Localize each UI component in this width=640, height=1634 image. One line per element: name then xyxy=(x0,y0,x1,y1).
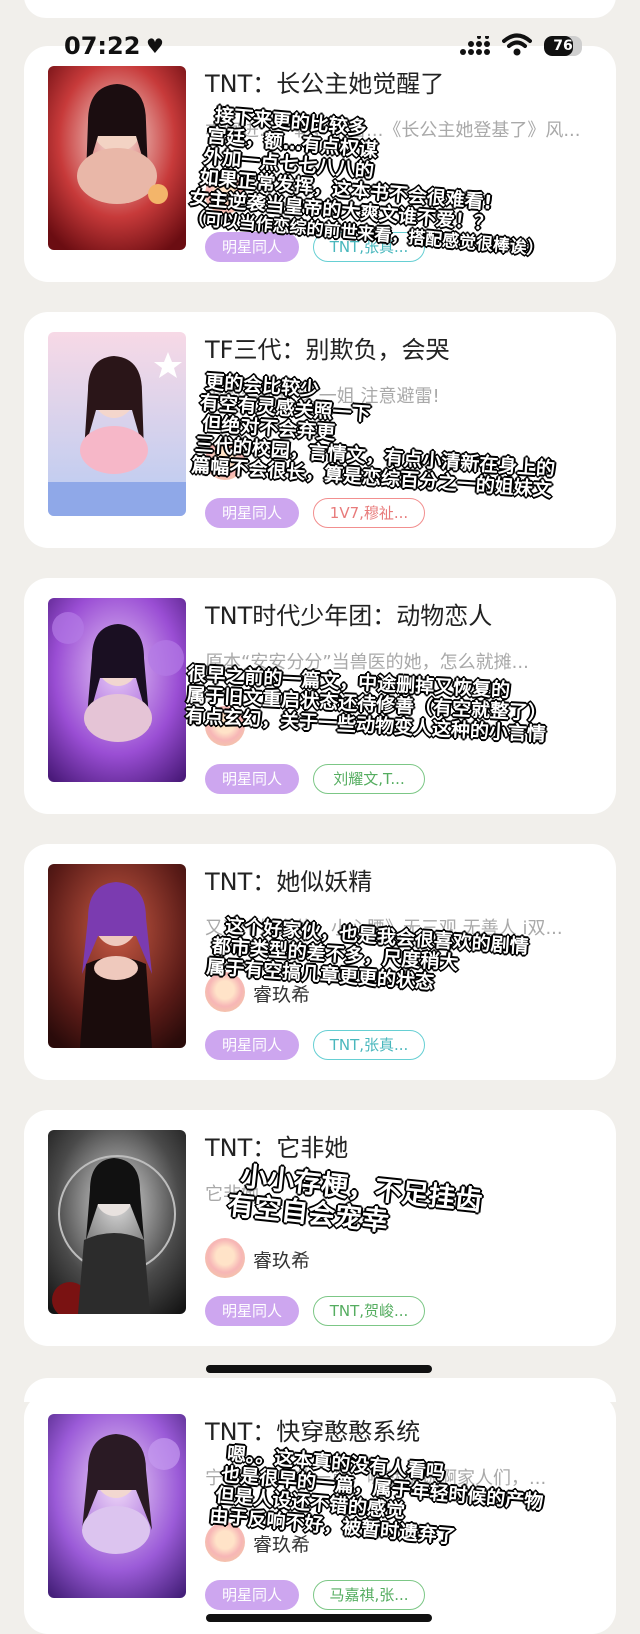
home-indicator xyxy=(206,1365,432,1373)
book-title[interactable]: TF三代：别欺负，会哭 xyxy=(205,330,449,365)
book-title[interactable]: TNT：快穿憨憨系统 xyxy=(205,1412,420,1447)
battery-level: 76 xyxy=(553,38,573,54)
book-cover xyxy=(48,598,186,782)
category-tag[interactable]: 明星同人 xyxy=(205,1580,299,1610)
book-cover xyxy=(48,66,186,250)
status-bar: 07:22 ♥ 76 xyxy=(0,30,640,66)
signal-icon xyxy=(460,36,490,55)
book-title[interactable]: TNT时代少年团：动物恋人 xyxy=(205,596,492,631)
character-tag[interactable]: TNT,贺峻... xyxy=(313,1296,425,1326)
category-tag[interactable]: 明星同人 xyxy=(205,1296,299,1326)
character-tag[interactable]: TNT,张真... xyxy=(313,1030,425,1060)
character-tag[interactable]: 1V7,穆祉... xyxy=(313,498,425,528)
category-tag[interactable]: 明星同人 xyxy=(205,1030,299,1060)
category-tag[interactable]: 明星同人 xyxy=(205,498,299,528)
book-title[interactable]: TNT：她似妖精 xyxy=(205,862,372,897)
book-cover xyxy=(48,1414,186,1598)
book-cover xyxy=(48,332,186,516)
previous-card-edge xyxy=(24,0,616,18)
home-indicator xyxy=(206,1614,432,1622)
author-name: 睿玖希 xyxy=(253,1250,311,1272)
book-title[interactable]: TNT：它非她 xyxy=(205,1128,348,1163)
category-tag[interactable]: 明星同人 xyxy=(205,764,299,794)
character-tag[interactable]: 马嘉祺,张... xyxy=(313,1580,425,1610)
battery-icon: 76 xyxy=(544,36,582,56)
book-cover xyxy=(48,864,186,1048)
avatar xyxy=(205,1238,245,1278)
book-cover xyxy=(48,1130,186,1314)
character-tag[interactable]: 刘耀文,T... xyxy=(313,764,425,794)
heart-icon: ♥ xyxy=(146,34,164,58)
wifi-icon xyxy=(502,33,532,56)
status-time: 07:22 xyxy=(64,32,141,60)
book-title[interactable]: TNT：长公主她觉醒了 xyxy=(205,64,444,99)
